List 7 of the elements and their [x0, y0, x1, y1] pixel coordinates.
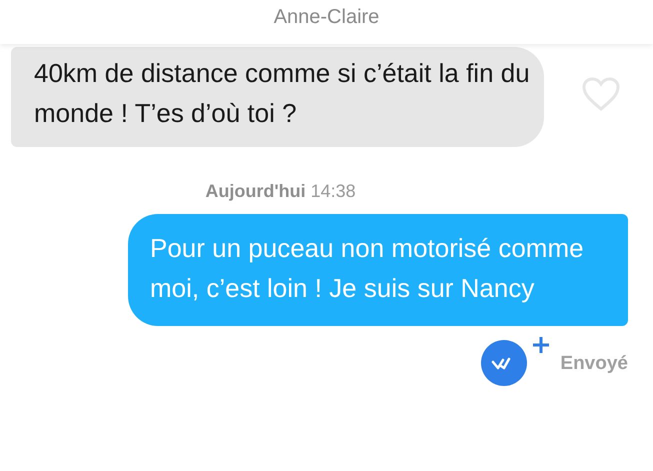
delivery-status: Envoyé — [560, 353, 628, 375]
sent-message: Pour un puceau non motorisé comme moi, c’est loin ! Je suis sur Nancy — [128, 214, 628, 326]
plus-icon[interactable] — [532, 336, 550, 354]
double-check-icon — [481, 340, 528, 386]
received-message: 40km de distance comme si c’était la fin du monde ! T’es d’où toi ? — [11, 47, 544, 147]
timestamp: Aujourd'hui 14:38 — [205, 181, 356, 202]
contact-name: Anne-Claire — [274, 6, 380, 28]
